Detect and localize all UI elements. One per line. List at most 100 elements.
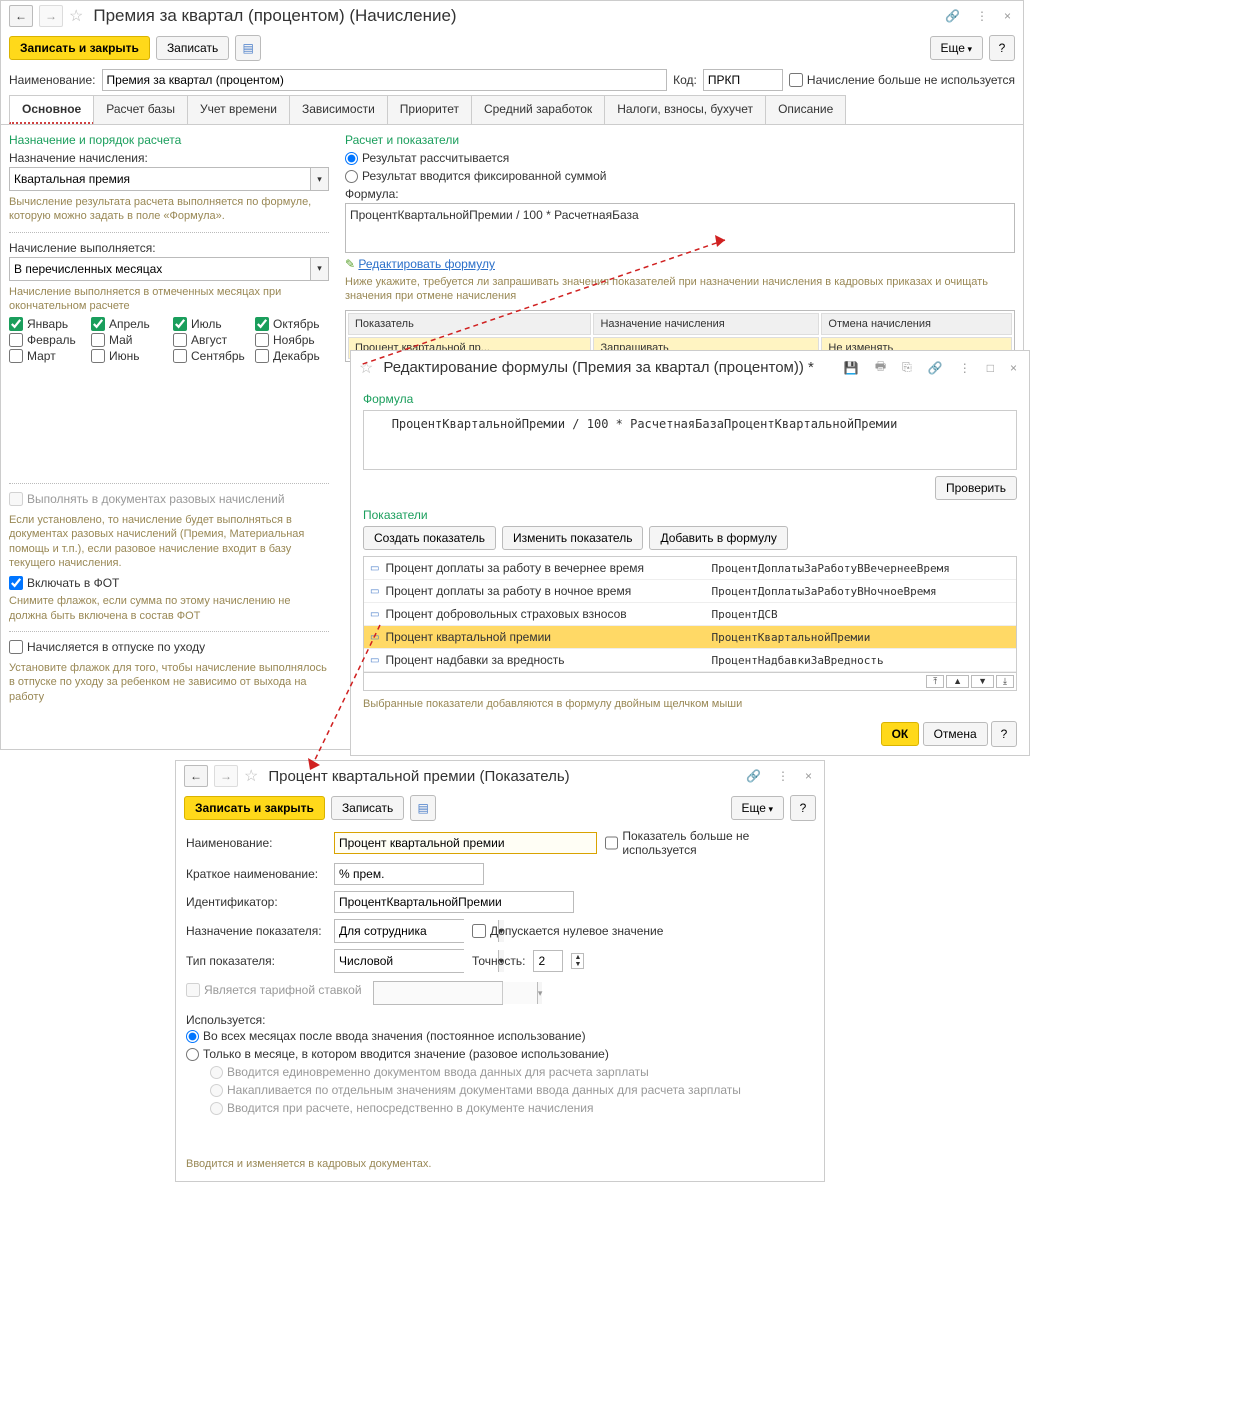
menu-icon[interactable]: ⋮ bbox=[972, 7, 992, 25]
edit-formula-link[interactable]: Редактировать формулу bbox=[358, 257, 495, 271]
link-icon[interactable]: 🔗 bbox=[742, 767, 765, 785]
assign-value[interactable] bbox=[10, 168, 310, 190]
allow-zero-checkbox[interactable] bbox=[472, 924, 486, 938]
month-mar-checkbox[interactable] bbox=[9, 349, 23, 363]
star-icon[interactable]: ☆ bbox=[359, 358, 373, 378]
help-button[interactable]: ? bbox=[991, 721, 1017, 747]
nav-back[interactable]: ← bbox=[9, 5, 33, 27]
fot-label: Включать в ФОТ bbox=[27, 576, 119, 590]
month-may: Май bbox=[91, 333, 165, 347]
not-used-checkbox[interactable] bbox=[789, 73, 803, 87]
close-icon[interactable]: × bbox=[801, 767, 816, 785]
save-icon[interactable]: 💾 bbox=[840, 359, 863, 377]
maximize-icon[interactable]: □ bbox=[983, 359, 998, 377]
save-close-button[interactable]: Записать и закрыть bbox=[184, 796, 325, 820]
ind-not-used-checkbox[interactable] bbox=[605, 836, 618, 850]
tab-3[interactable]: Зависимости bbox=[289, 95, 388, 124]
chevron-down-icon[interactable]: ▾ bbox=[310, 258, 328, 280]
more-button[interactable]: Еще bbox=[731, 796, 784, 820]
vacation-hint: Установите флажок для того, чтобы начисл… bbox=[9, 661, 329, 704]
indicator-icon: ▭ bbox=[370, 655, 379, 666]
list-icon-button[interactable]: ▤ bbox=[410, 795, 436, 821]
usage-radio-1[interactable] bbox=[186, 1030, 199, 1043]
link-icon[interactable]: 🔗 bbox=[941, 7, 964, 25]
perform-select[interactable]: ▾ bbox=[9, 257, 329, 281]
purpose-select[interactable]: ▾ bbox=[334, 919, 464, 943]
tab-4[interactable]: Приоритет bbox=[387, 95, 472, 124]
list-nav-button[interactable]: ⤒ bbox=[926, 675, 944, 688]
copy-icon[interactable]: ⎘ bbox=[898, 358, 916, 377]
help-button[interactable]: ? bbox=[790, 795, 816, 821]
star-icon[interactable]: ☆ bbox=[244, 766, 258, 786]
perform-value[interactable] bbox=[10, 258, 310, 280]
calc-radio-2[interactable] bbox=[345, 170, 358, 183]
code-input[interactable] bbox=[703, 69, 783, 91]
save-button[interactable]: Записать bbox=[331, 796, 404, 820]
link-icon[interactable]: 🔗 bbox=[924, 359, 947, 377]
tab-5[interactable]: Средний заработок bbox=[471, 95, 605, 124]
ok-button[interactable]: ОК bbox=[881, 722, 920, 746]
month-apr-checkbox[interactable] bbox=[91, 317, 105, 331]
formula-editor[interactable]: ПроцентКвартальнойПремии / 100 * Расчетн… bbox=[363, 410, 1017, 470]
usage-radio-2[interactable] bbox=[186, 1048, 199, 1061]
menu-icon[interactable]: ⋮ bbox=[955, 359, 975, 377]
tab-6[interactable]: Налоги, взносы, бухучет bbox=[604, 95, 766, 124]
month-jan-checkbox[interactable] bbox=[9, 317, 23, 331]
month-aug-checkbox[interactable] bbox=[173, 333, 187, 347]
month-feb-checkbox[interactable] bbox=[9, 333, 23, 347]
right-hint: Ниже укажите, требуется ли запрашивать з… bbox=[345, 275, 1015, 304]
star-icon[interactable]: ☆ bbox=[69, 6, 83, 26]
id-input[interactable] bbox=[334, 891, 574, 913]
cancel-button[interactable]: Отмена bbox=[923, 722, 988, 746]
chevron-down-icon[interactable]: ▾ bbox=[310, 168, 328, 190]
spinner-down[interactable]: ▼ bbox=[572, 961, 583, 968]
list-nav-button[interactable]: ⤓ bbox=[996, 675, 1014, 688]
spinner-up[interactable]: ▲ bbox=[572, 954, 583, 961]
month-may-checkbox[interactable] bbox=[91, 333, 105, 347]
add-to-formula-button[interactable]: Добавить в формулу bbox=[649, 526, 787, 550]
indicators-label: Показатели bbox=[363, 508, 1017, 522]
save-close-button[interactable]: Записать и закрыть bbox=[9, 36, 150, 60]
tab-1[interactable]: Расчет базы bbox=[93, 95, 188, 124]
indicator-code: ПроцентДСВ bbox=[711, 608, 1010, 621]
print-icon[interactable]: 🖶 bbox=[871, 355, 890, 380]
tab-0[interactable]: Основное bbox=[9, 95, 94, 124]
short-input[interactable] bbox=[334, 863, 484, 885]
indicator-row[interactable]: ▭Процент надбавки за вредностьПроцентНад… bbox=[364, 649, 1016, 672]
help-button[interactable]: ? bbox=[989, 35, 1015, 61]
month-oct-checkbox[interactable] bbox=[255, 317, 269, 331]
vacation-checkbox[interactable] bbox=[9, 640, 23, 654]
month-sep-checkbox[interactable] bbox=[173, 349, 187, 363]
tab-7[interactable]: Описание bbox=[765, 95, 846, 124]
month-nov-checkbox[interactable] bbox=[255, 333, 269, 347]
tab-2[interactable]: Учет времени bbox=[187, 95, 290, 124]
month-jun-checkbox[interactable] bbox=[91, 349, 105, 363]
nav-forward[interactable]: → bbox=[214, 765, 238, 787]
list-nav-button[interactable]: ▼ bbox=[971, 675, 994, 688]
close-icon[interactable]: × bbox=[1006, 359, 1021, 377]
save-button[interactable]: Записать bbox=[156, 36, 229, 60]
indicator-row[interactable]: ▭Процент добровольных страховых взносовП… bbox=[364, 603, 1016, 626]
nav-forward[interactable]: → bbox=[39, 5, 63, 27]
type-select[interactable]: ▾ bbox=[334, 949, 464, 973]
month-dec-checkbox[interactable] bbox=[255, 349, 269, 363]
month-jul-checkbox[interactable] bbox=[173, 317, 187, 331]
indicator-row[interactable]: ▭Процент доплаты за работу в ночное врем… bbox=[364, 580, 1016, 603]
name-input[interactable] bbox=[102, 69, 668, 91]
check-button[interactable]: Проверить bbox=[935, 476, 1017, 500]
fot-checkbox[interactable] bbox=[9, 576, 23, 590]
ind-name-input[interactable] bbox=[334, 832, 597, 854]
edit-indicator-button[interactable]: Изменить показатель bbox=[502, 526, 644, 550]
menu-icon[interactable]: ⋮ bbox=[773, 767, 793, 785]
precision-input[interactable] bbox=[533, 950, 563, 972]
indicator-row[interactable]: ▭Процент доплаты за работу в вечернее вр… bbox=[364, 557, 1016, 580]
assign-select[interactable]: ▾ bbox=[9, 167, 329, 191]
more-button[interactable]: Еще bbox=[930, 36, 983, 60]
create-indicator-button[interactable]: Создать показатель bbox=[363, 526, 496, 550]
list-nav-button[interactable]: ▲ bbox=[946, 675, 969, 688]
close-icon[interactable]: × bbox=[1000, 7, 1015, 25]
nav-back[interactable]: ← bbox=[184, 765, 208, 787]
indicator-row[interactable]: ▭Процент квартальной премииПроцентКварта… bbox=[364, 626, 1016, 649]
list-icon-button[interactable]: ▤ bbox=[235, 35, 261, 61]
calc-radio-1[interactable] bbox=[345, 152, 358, 165]
